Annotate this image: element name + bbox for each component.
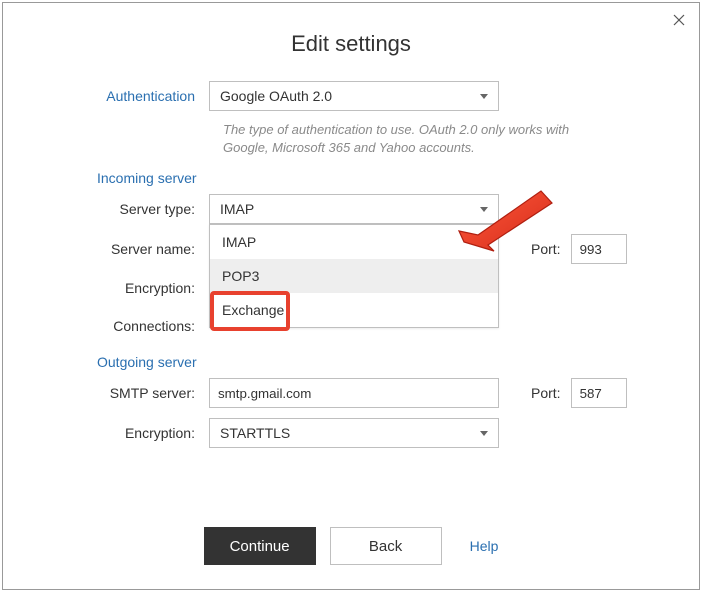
dialog-footer: Continue Back Help [3,527,699,565]
auth-hint: The type of authentication to use. OAuth… [53,121,659,156]
connections-label: Connections: [53,318,209,334]
server-type-option-pop3[interactable]: POP3 [210,259,498,293]
server-type-option-imap[interactable]: IMAP [210,225,498,259]
smtp-label: SMTP server: [53,385,209,401]
server-type-select[interactable]: IMAP [209,194,499,224]
server-type-option-exchange[interactable]: Exchange [210,293,498,327]
back-button[interactable]: Back [330,527,442,565]
outgoing-port-label: Port: [531,385,561,401]
server-type-value: IMAP [220,201,254,217]
outgoing-port-input[interactable] [571,378,627,408]
outgoing-section-label: Outgoing server [53,354,659,370]
server-type-dropdown: IMAP POP3 Exchange [209,224,499,328]
chevron-down-icon [480,94,488,99]
smtp-input[interactable] [209,378,499,408]
auth-label: Authentication [53,88,209,104]
close-icon[interactable] [673,13,685,29]
auth-select-value: Google OAuth 2.0 [220,88,332,104]
dialog-title: Edit settings [3,3,699,81]
outgoing-encryption-value: STARTTLS [220,425,290,441]
incoming-port-label: Port: [531,241,561,257]
outgoing-encryption-label: Encryption: [53,425,209,441]
incoming-encryption-label: Encryption: [53,280,209,296]
auth-select[interactable]: Google OAuth 2.0 [209,81,499,111]
server-type-label: Server type: [53,201,209,217]
dialog-edit-settings: Edit settings Authentication Google OAut… [2,2,700,590]
incoming-port-input[interactable] [571,234,627,264]
chevron-down-icon [480,207,488,212]
server-name-label: Server name: [53,241,209,257]
chevron-down-icon [480,431,488,436]
outgoing-encryption-select[interactable]: STARTTLS [209,418,499,448]
incoming-section-label: Incoming server [53,170,659,186]
help-link[interactable]: Help [470,538,499,554]
continue-button[interactable]: Continue [204,527,316,565]
